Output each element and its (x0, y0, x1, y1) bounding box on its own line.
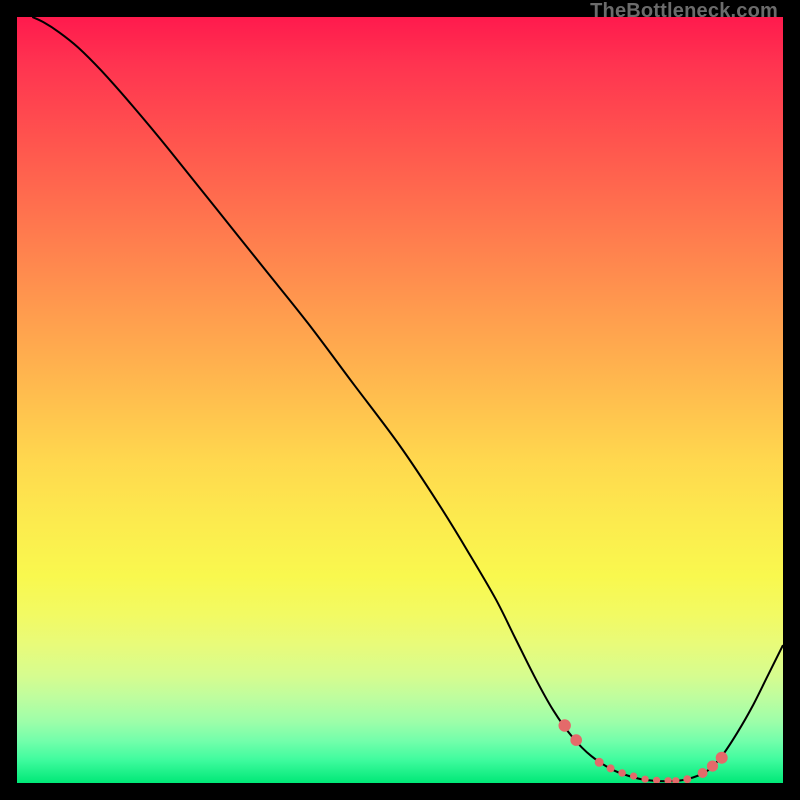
highlight-dots-group (559, 719, 728, 783)
highlight-dot (642, 776, 649, 783)
highlight-dot (698, 768, 708, 778)
highlight-dot (595, 758, 604, 767)
highlight-dot (570, 734, 582, 746)
highlight-dot (607, 764, 615, 772)
highlight-dot (653, 777, 660, 783)
highlight-dot (630, 773, 637, 780)
highlight-dot (716, 752, 728, 764)
highlight-dot (707, 761, 718, 772)
highlight-dot (665, 777, 672, 783)
highlight-dot (672, 777, 679, 783)
chart-svg (17, 17, 783, 783)
chart-area (17, 17, 783, 783)
highlight-dot (618, 769, 626, 777)
watermark-text: TheBottleneck.com (590, 0, 778, 23)
highlight-dot (559, 719, 571, 731)
bottleneck-curve (32, 17, 783, 781)
highlight-dot (683, 775, 691, 783)
